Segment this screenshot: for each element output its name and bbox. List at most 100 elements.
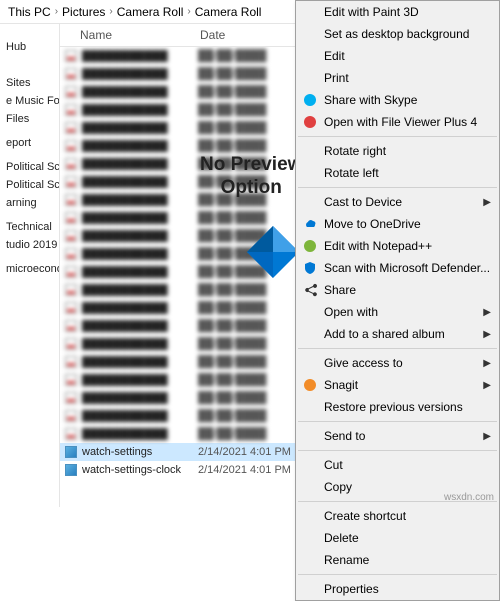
menu-item-label: Add to a shared album <box>320 327 483 341</box>
menu-item-delete[interactable]: Delete <box>296 527 499 549</box>
file-icon <box>64 409 78 423</box>
menu-item-cast-to-device[interactable]: Cast to Device▶ <box>296 191 499 213</box>
file-icon <box>64 211 78 225</box>
submenu-arrow-icon: ▶ <box>483 431 491 442</box>
menu-item-rotate-right[interactable]: Rotate right <box>296 140 499 162</box>
file-icon <box>64 175 78 189</box>
column-header-date[interactable]: Date <box>200 28 310 42</box>
sidebar-item[interactable]: tudio 2019 <box>0 236 59 254</box>
file-icon <box>64 67 78 81</box>
menu-separator <box>298 136 497 137</box>
submenu-arrow-icon: ▶ <box>483 329 491 340</box>
file-icon <box>64 427 78 441</box>
blank-icon <box>300 399 320 415</box>
jpg-file-icon <box>64 463 78 477</box>
menu-item-cut[interactable]: Cut <box>296 454 499 476</box>
menu-item-share[interactable]: Share <box>296 279 499 301</box>
submenu-arrow-icon: ▶ <box>483 307 491 318</box>
file-icon <box>64 247 78 261</box>
menu-item-create-shortcut[interactable]: Create shortcut <box>296 505 499 527</box>
file-name: ███████████ <box>82 176 198 188</box>
menu-item-share-with-skype[interactable]: Share with Skype <box>296 89 499 111</box>
sidebar-item[interactable]: microeconomic <box>0 260 59 278</box>
menu-item-print[interactable]: Print <box>296 67 499 89</box>
defender-icon <box>300 260 320 276</box>
blank-icon <box>300 355 320 371</box>
context-menu[interactable]: Edit with Paint 3D Set as desktop backgro… <box>295 0 500 601</box>
menu-item-edit-with-notepad[interactable]: Edit with Notepad++ <box>296 235 499 257</box>
file-date: ██/██/████ <box>198 50 308 62</box>
file-date: ██/██/████ <box>198 374 308 386</box>
file-icon <box>64 229 78 243</box>
file-name: ███████████ <box>82 50 198 62</box>
menu-item-scan-with-microsoft-defender[interactable]: Scan with Microsoft Defender... <box>296 257 499 279</box>
file-date: ██/██/████ <box>198 320 308 332</box>
menu-item-open-with[interactable]: Open with▶ <box>296 301 499 323</box>
menu-separator <box>298 450 497 451</box>
menu-item-set-as-desktop-background[interactable]: Set as desktop background <box>296 23 499 45</box>
menu-item-add-to-a-shared-album[interactable]: Add to a shared album▶ <box>296 323 499 345</box>
sidebar-item[interactable]: Hub <box>0 38 59 56</box>
blank-icon <box>300 26 320 42</box>
menu-item-rotate-left[interactable]: Rotate left <box>296 162 499 184</box>
breadcrumb-segment[interactable]: Camera Roll <box>117 5 184 19</box>
menu-item-label: Open with <box>320 305 483 319</box>
menu-item-label: Edit with Notepad++ <box>320 239 491 253</box>
sidebar-item[interactable]: e Music Folder <box>0 92 59 110</box>
column-header-name[interactable]: Name <box>80 28 200 42</box>
file-icon <box>64 85 78 99</box>
menu-item-label: Share <box>320 283 491 297</box>
onedrive-icon <box>300 216 320 232</box>
file-date: 2/14/2021 4:01 PM <box>198 446 308 458</box>
breadcrumb-segment[interactable]: This PC <box>8 5 51 19</box>
menu-item-properties[interactable]: Properties <box>296 578 499 600</box>
menu-separator <box>298 421 497 422</box>
file-icon <box>64 49 78 63</box>
sidebar-item[interactable]: eport <box>0 134 59 152</box>
menu-item-edit[interactable]: Edit <box>296 45 499 67</box>
sidebar-item[interactable]: arning <box>0 194 59 212</box>
sidebar-item[interactable]: Political Scienc <box>0 158 59 176</box>
menu-item-rename[interactable]: Rename <box>296 549 499 571</box>
menu-item-send-to[interactable]: Send to▶ <box>296 425 499 447</box>
menu-item-label: Properties <box>320 582 491 596</box>
file-date: ██/██/████ <box>198 86 308 98</box>
file-icon <box>64 121 78 135</box>
blank-icon <box>300 581 320 597</box>
sidebar-item[interactable]: Technical <box>0 218 59 236</box>
menu-item-edit-with-paint-3d[interactable]: Edit with Paint 3D <box>296 1 499 23</box>
menu-item-label: Move to OneDrive <box>320 217 491 231</box>
file-name: ███████████ <box>82 158 198 170</box>
menu-item-open-with-file-viewer-plus-4[interactable]: Open with File Viewer Plus 4 <box>296 111 499 133</box>
file-icon <box>64 265 78 279</box>
menu-item-label: Set as desktop background <box>320 27 491 41</box>
blank-icon <box>300 428 320 444</box>
menu-item-give-access-to[interactable]: Give access to▶ <box>296 352 499 374</box>
menu-item-move-to-onedrive[interactable]: Move to OneDrive <box>296 213 499 235</box>
fileviewer-icon <box>300 114 320 130</box>
file-name: ███████████ <box>82 392 198 404</box>
menu-item-label: Share with Skype <box>320 93 491 107</box>
file-date: ██/██/████ <box>198 338 308 350</box>
menu-item-label: Delete <box>320 531 491 545</box>
submenu-arrow-icon: ▶ <box>483 197 491 208</box>
file-icon <box>64 157 78 171</box>
file-icon <box>64 355 78 369</box>
notepadpp-icon <box>300 238 320 254</box>
windows-club-logo <box>245 224 301 280</box>
menu-item-restore-previous-versions[interactable]: Restore previous versions <box>296 396 499 418</box>
blank-icon <box>300 326 320 342</box>
sidebar-item[interactable]: Files <box>0 110 59 128</box>
sidebar-item[interactable]: Sites <box>0 74 59 92</box>
file-name: ███████████ <box>82 266 198 278</box>
menu-item-snagit[interactable]: Snagit▶ <box>296 374 499 396</box>
file-name: ███████████ <box>82 194 198 206</box>
file-date: 2/14/2021 4:01 PM <box>198 464 308 476</box>
file-icon <box>64 283 78 297</box>
breadcrumb-segment[interactable]: Camera Roll <box>195 5 262 19</box>
sidebar-item[interactable]: Political Scienc <box>0 176 59 194</box>
file-name: watch-settings-clock <box>82 464 198 476</box>
breadcrumb-segment[interactable]: Pictures <box>62 5 105 19</box>
menu-separator <box>298 574 497 575</box>
file-date: ██/██/████ <box>198 284 308 296</box>
